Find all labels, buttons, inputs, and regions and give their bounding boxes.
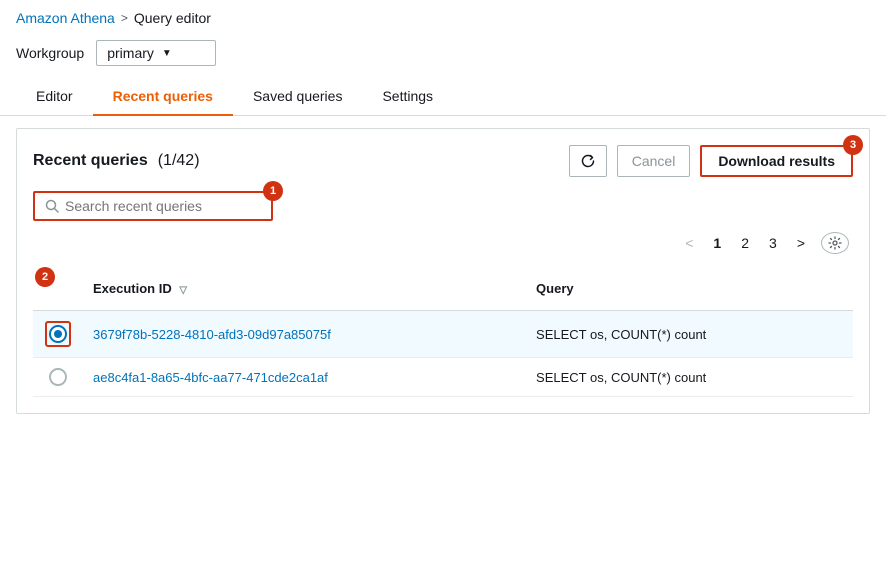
tab-saved-queries[interactable]: Saved queries xyxy=(233,78,363,116)
search-input-wrapper: 1 xyxy=(33,191,273,221)
execution-id-link[interactable]: ae8c4fa1-8a65-4bfc-aa77-471cde2ca1af xyxy=(93,370,328,385)
table-cell-query: SELECT os, COUNT(*) count xyxy=(526,311,853,358)
table-cell-select xyxy=(33,358,83,397)
sort-icon[interactable]: ▽ xyxy=(179,285,187,296)
radio-button-unselected[interactable] xyxy=(49,368,67,386)
breadcrumb-current: Query editor xyxy=(134,10,211,26)
execution-id-link[interactable]: 3679f78b-5228-4810-afd3-09d97a85075f xyxy=(93,327,331,342)
pagination-page-2[interactable]: 2 xyxy=(733,231,757,255)
refresh-button[interactable] xyxy=(569,145,607,177)
gear-icon xyxy=(828,236,842,250)
table-header-row: 2 Execution ID ▽ Query xyxy=(33,267,853,311)
results-table: 2 Execution ID ▽ Query xyxy=(33,267,853,397)
pagination-settings-button[interactable] xyxy=(821,232,849,254)
radio-inner-dot xyxy=(54,330,62,338)
radio-cell xyxy=(43,368,73,386)
col-query-label: Query xyxy=(536,281,574,296)
radio-highlight-box xyxy=(45,321,71,347)
breadcrumb-link-athena[interactable]: Amazon Athena xyxy=(16,10,115,26)
annotation-badge-3: 3 xyxy=(843,135,863,155)
recent-queries-count: (1/42) xyxy=(158,152,200,170)
pagination-next[interactable]: > xyxy=(789,231,813,255)
table-row: 3679f78b-5228-4810-afd3-09d97a85075f SEL… xyxy=(33,311,853,358)
workgroup-value: primary xyxy=(107,45,154,61)
pagination-page-1[interactable]: 1 xyxy=(705,231,729,255)
table-cell-execution-id: ae8c4fa1-8a65-4bfc-aa77-471cde2ca1af xyxy=(83,358,526,397)
download-results-button[interactable]: Download results xyxy=(700,145,853,177)
table-cell-execution-id: 3679f78b-5228-4810-afd3-09d97a85075f xyxy=(83,311,526,358)
tab-recent-queries[interactable]: Recent queries xyxy=(93,78,233,116)
search-input[interactable] xyxy=(65,198,261,214)
tabs-bar: Editor Recent queries Saved queries Sett… xyxy=(0,78,886,116)
chevron-down-icon: ▼ xyxy=(162,48,172,59)
table-row: ae8c4fa1-8a65-4bfc-aa77-471cde2ca1af SEL… xyxy=(33,358,853,397)
recent-queries-title: Recent queries xyxy=(33,152,148,170)
search-box[interactable] xyxy=(33,191,273,221)
search-icon xyxy=(45,199,59,213)
table-cell-select xyxy=(33,311,83,358)
download-results-wrapper: 3 Download results xyxy=(700,145,853,177)
tab-editor[interactable]: Editor xyxy=(16,78,93,116)
main-panel: Recent queries (1/42) Cancel 3 Download … xyxy=(16,128,870,414)
pagination-row: < 1 2 3 > xyxy=(33,231,853,255)
pagination-page-3[interactable]: 3 xyxy=(761,231,785,255)
tab-settings[interactable]: Settings xyxy=(362,78,453,116)
refresh-icon xyxy=(580,153,596,169)
recent-queries-header: Recent queries (1/42) Cancel 3 Download … xyxy=(33,145,853,177)
annotation-badge-1: 1 xyxy=(263,181,283,201)
breadcrumb-separator: > xyxy=(121,11,128,25)
search-row: 1 xyxy=(33,191,853,221)
pagination-prev[interactable]: < xyxy=(677,231,701,255)
query-text: SELECT os, COUNT(*) count xyxy=(536,370,706,385)
query-text: SELECT os, COUNT(*) count xyxy=(536,327,706,342)
cancel-button[interactable]: Cancel xyxy=(617,145,691,177)
col-select: 2 xyxy=(33,267,83,311)
annotation-badge-2: 2 xyxy=(35,267,55,287)
table-cell-query: SELECT os, COUNT(*) count xyxy=(526,358,853,397)
col-execution-id: Execution ID ▽ xyxy=(83,267,526,311)
col-query: Query xyxy=(526,267,853,311)
radio-cell xyxy=(43,321,73,347)
radio-button-selected[interactable] xyxy=(49,325,67,343)
workgroup-dropdown[interactable]: primary ▼ xyxy=(96,40,216,66)
workgroup-label: Workgroup xyxy=(16,45,84,61)
col-execution-id-label: Execution ID xyxy=(93,281,172,296)
breadcrumb: Amazon Athena > Query editor xyxy=(0,0,886,32)
workgroup-row: Workgroup primary ▼ xyxy=(0,32,886,78)
